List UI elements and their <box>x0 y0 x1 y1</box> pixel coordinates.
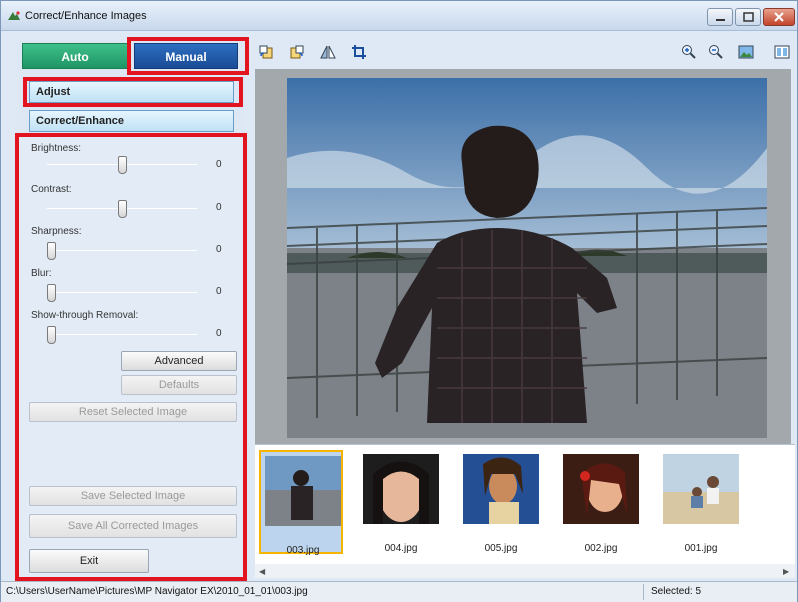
full-image-icon[interactable] <box>738 44 754 60</box>
thumbnail-002[interactable]: 002.jpg <box>559 450 643 554</box>
status-file-path: C:\Users\UserName\Pictures\MP Navigator … <box>6 586 308 597</box>
show-through-removal-label: Show-through Removal: <box>31 310 139 321</box>
thumbnail-image <box>363 454 439 524</box>
thumbnail-name: 005.jpg <box>484 543 518 554</box>
sharpness-track[interactable] <box>47 250 197 251</box>
crop-icon[interactable] <box>351 44 367 60</box>
highlight-manual-tab <box>127 37 249 75</box>
zoom-out-icon[interactable] <box>708 44 724 60</box>
maximize-icon <box>743 12 754 22</box>
save-all-corrected-images-button[interactable]: Save All Corrected Images <box>29 514 237 538</box>
brightness-value: 0 <box>216 159 222 170</box>
thumbnail-image <box>663 454 739 524</box>
brightness-slider-thumb[interactable] <box>117 156 127 174</box>
show-through-removal-track[interactable] <box>47 334 197 335</box>
maximize-button[interactable] <box>735 8 761 26</box>
thumbnail-image <box>265 456 341 526</box>
thumbnail-name: 001.jpg <box>684 543 718 554</box>
thumbnail-image <box>563 454 639 524</box>
brightness-label: Brightness: <box>31 143 82 154</box>
correct-enhance-window: Correct/Enhance Images Auto Manual Adjus… <box>0 0 798 602</box>
zoom-in-icon[interactable] <box>681 44 697 60</box>
show-through-removal-value: 0 <box>216 328 222 339</box>
flip-icon[interactable] <box>320 44 336 60</box>
thumbnail-name: 003.jpg <box>286 545 320 556</box>
status-bar: C:\Users\UserName\Pictures\MP Navigator … <box>1 581 797 602</box>
compare-icon[interactable] <box>774 44 790 60</box>
thumbnail-001[interactable]: 001.jpg <box>659 450 743 554</box>
correct-enhance-section-button[interactable]: Correct/Enhance <box>29 110 234 132</box>
minimize-icon <box>716 19 725 21</box>
thumbnail-005[interactable]: 005.jpg <box>459 450 543 554</box>
scroll-left-icon[interactable]: ◀ <box>259 567 265 576</box>
advanced-button[interactable]: Advanced <box>121 351 237 371</box>
thumbnail-name: 002.jpg <box>584 543 618 554</box>
status-selected-count: Selected: 5 <box>651 586 702 597</box>
rotate-left-icon[interactable] <box>258 44 274 60</box>
rotate-right-icon[interactable] <box>289 44 305 60</box>
exit-button[interactable]: Exit <box>29 549 149 573</box>
tab-auto[interactable]: Auto <box>22 43 128 69</box>
sharpness-slider-thumb[interactable] <box>47 242 56 260</box>
contrast-value: 0 <box>216 202 222 213</box>
defaults-button[interactable]: Defaults <box>121 375 237 395</box>
thumbnail-scrollbar[interactable]: ◀ ▶ <box>255 564 795 578</box>
minimize-button[interactable] <box>707 8 733 26</box>
contrast-slider-thumb[interactable] <box>117 200 127 218</box>
preview-image <box>287 78 767 438</box>
close-button[interactable] <box>763 8 795 26</box>
close-icon <box>774 12 784 22</box>
thumbnail-name: 004.jpg <box>384 543 418 554</box>
contrast-label: Contrast: <box>31 184 72 195</box>
status-divider <box>643 584 644 600</box>
thumbnail-004[interactable]: 004.jpg <box>359 450 443 554</box>
blur-track[interactable] <box>47 292 197 293</box>
blur-label: Blur: <box>31 268 52 279</box>
save-selected-image-button[interactable]: Save Selected Image <box>29 486 237 506</box>
blur-value: 0 <box>216 286 222 297</box>
highlight-adjust <box>23 77 243 107</box>
scroll-right-icon[interactable]: ▶ <box>783 567 789 576</box>
thumbnail-image <box>463 454 539 524</box>
thumbnail-003[interactable]: 003.jpg <box>259 450 343 556</box>
blur-slider-thumb[interactable] <box>47 284 56 302</box>
show-through-removal-slider-thumb[interactable] <box>47 326 56 344</box>
app-icon <box>8 11 20 20</box>
window-title: Correct/Enhance Images <box>25 10 147 22</box>
sharpness-label: Sharpness: <box>31 226 82 237</box>
sharpness-value: 0 <box>216 244 222 255</box>
reset-selected-image-button[interactable]: Reset Selected Image <box>29 402 237 422</box>
title-bar: Correct/Enhance Images <box>1 1 797 31</box>
